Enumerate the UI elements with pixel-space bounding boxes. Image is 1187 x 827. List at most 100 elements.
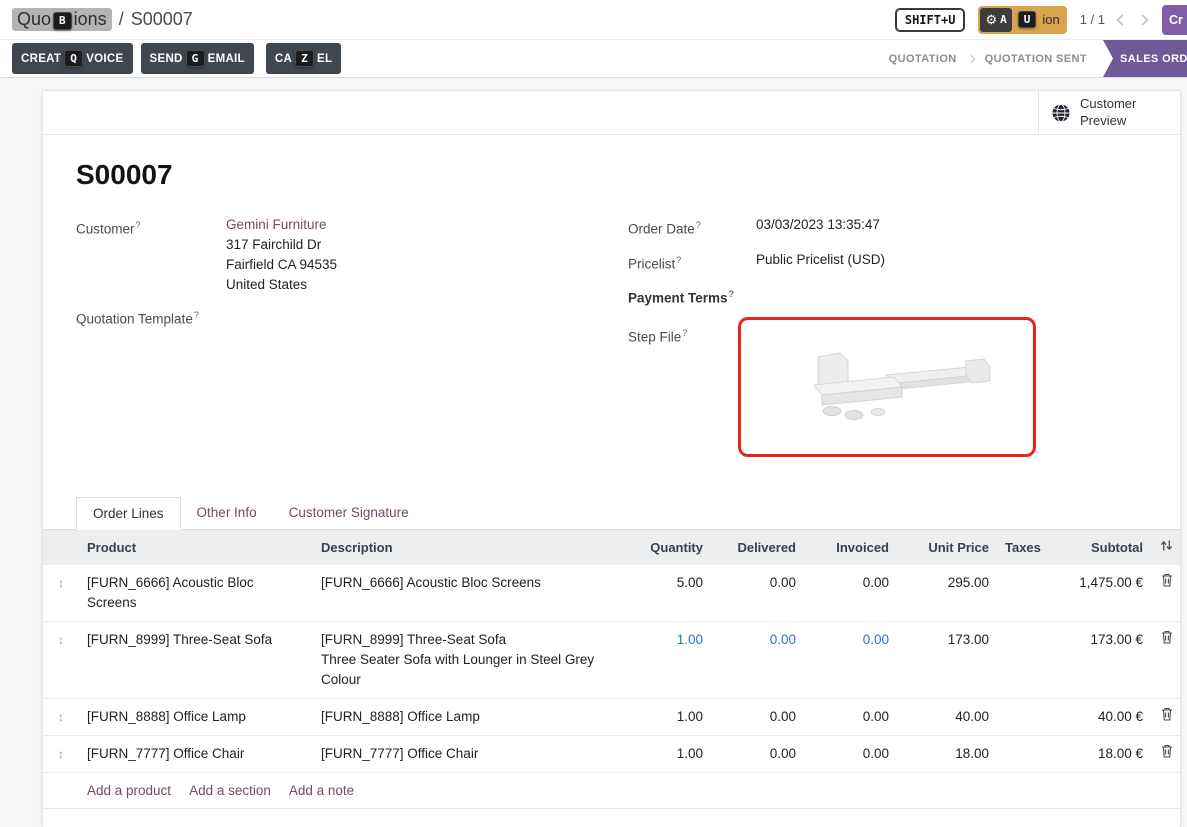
unit-price-cell[interactable]: 295.00 — [897, 573, 997, 593]
step-file-3d-preview — [774, 339, 1000, 435]
stage-sales-order-active[interactable]: SALES ORD — [1103, 40, 1187, 77]
delivered-cell[interactable]: 0.00 — [711, 630, 804, 650]
breadcrumb-separator: / — [119, 9, 124, 30]
adjust-columns-icon — [1160, 539, 1173, 552]
gear-icon: ⚙A — [980, 8, 1011, 32]
add-product-link[interactable]: Add a product — [87, 783, 171, 798]
tab-other-info[interactable]: Other Info — [181, 497, 273, 529]
create-invoice-button[interactable]: CREATQVOICE — [12, 43, 133, 75]
invoiced-cell[interactable]: 0.00 — [804, 573, 897, 593]
delete-row-button[interactable] — [1151, 630, 1182, 650]
pager-value: 1 / 1 — [1080, 12, 1105, 27]
field-customer: Customer? Gemini Furniture 317 Fairchild… — [76, 215, 628, 295]
unit-price-cell[interactable]: 40.00 — [897, 707, 997, 727]
optional-columns-toggle[interactable] — [1151, 539, 1182, 555]
pricelist-value[interactable]: Public Pricelist (USD) — [756, 250, 885, 275]
delete-row-button[interactable] — [1151, 573, 1182, 593]
field-payment-terms: Payment Terms? — [628, 284, 1147, 309]
customer-link[interactable]: Gemini Furniture — [226, 217, 327, 232]
customer-label: Customer? — [76, 215, 226, 295]
product-cell[interactable]: [FURN_8888] Office Lamp — [79, 707, 313, 727]
col-subtotal[interactable]: Subtotal — [1043, 540, 1151, 555]
trash-icon — [1161, 573, 1173, 587]
description-cell[interactable]: [FURN_6666] Acoustic Bloc Screens — [313, 573, 617, 593]
drag-handle-icon[interactable]: ↕ — [43, 573, 79, 593]
quantity-cell[interactable]: 5.00 — [617, 573, 711, 593]
product-cell[interactable]: [FURN_8999] Three-Seat Sofa — [79, 630, 313, 650]
drag-handle-icon[interactable]: ↕ — [43, 630, 79, 650]
quantity-cell[interactable]: 1.00 — [617, 630, 711, 650]
col-unit-price[interactable]: Unit Price — [897, 540, 997, 555]
quotation-template-label: Quotation Template? — [76, 305, 226, 330]
order-line-row[interactable]: ↕ [FURN_8999] Three-Seat Sofa [FURN_8999… — [43, 622, 1180, 699]
stage-quotation[interactable]: QUOTATION — [879, 53, 967, 65]
help-icon: ? — [729, 289, 735, 299]
customer-address-line: United States — [226, 275, 337, 295]
create-button-clipped[interactable]: Cr — [1162, 5, 1187, 35]
col-delivered[interactable]: Delivered — [711, 540, 804, 555]
unit-price-cell[interactable]: 18.00 — [897, 744, 997, 764]
tab-order-lines[interactable]: Order Lines — [76, 497, 181, 530]
step-file-image-highlighted[interactable] — [738, 317, 1036, 457]
help-icon: ? — [682, 328, 687, 338]
tab-customer-signature[interactable]: Customer Signature — [273, 497, 425, 529]
description-cell[interactable]: [FURN_8888] Office Lamp — [313, 707, 617, 727]
shortcut-badge-shift-u: SHIFT+U — [895, 8, 966, 32]
quantity-cell[interactable]: 1.00 — [617, 707, 711, 727]
hint-badge-b: B — [53, 12, 72, 30]
stage-separator-icon — [966, 54, 974, 62]
delivered-cell[interactable]: 0.00 — [711, 573, 804, 593]
order-lines-header: Product Description Quantity Delivered I… — [43, 530, 1180, 565]
col-taxes[interactable]: Taxes — [997, 540, 1043, 555]
pager-previous-icon[interactable] — [1116, 14, 1127, 25]
delivered-cell[interactable]: 0.00 — [711, 744, 804, 764]
col-description[interactable]: Description — [313, 540, 617, 555]
status-bar: QUOTATION QUOTATION SENT SALES ORD — [879, 40, 1187, 77]
invoiced-cell[interactable]: 0.00 — [804, 744, 897, 764]
page-title: S00007 — [76, 159, 1180, 191]
hint-badge-q: Q — [64, 50, 83, 68]
help-icon: ? — [194, 310, 199, 320]
action-menu-button[interactable]: ⚙A U ion — [978, 6, 1066, 34]
drag-handle-icon[interactable]: ↕ — [43, 707, 79, 727]
quantity-cell[interactable]: 1.00 — [617, 744, 711, 764]
add-note-link[interactable]: Add a note — [289, 783, 354, 798]
order-line-row[interactable]: ↕ [FURN_6666] Acoustic Bloc Screens [FUR… — [43, 565, 1180, 622]
col-quantity[interactable]: Quantity — [617, 540, 711, 555]
drag-handle-icon[interactable]: ↕ — [43, 744, 79, 764]
form-fields: Customer? Gemini Furniture 317 Fairchild… — [43, 191, 1180, 467]
cancel-button[interactable]: CAZEL — [266, 43, 341, 75]
unit-price-cell[interactable]: 173.00 — [897, 630, 997, 650]
breadcrumb-quotations-link[interactable]: QuoBions — [12, 8, 112, 31]
order-line-row[interactable]: ↕ [FURN_8888] Office Lamp [FURN_8888] Of… — [43, 699, 1180, 736]
order-line-row[interactable]: ↕ [FURN_7777] Office Chair [FURN_7777] O… — [43, 736, 1180, 773]
description-cell[interactable]: [FURN_7777] Office Chair — [313, 744, 617, 764]
subtotal-cell: 18.00 € — [1043, 744, 1151, 764]
col-invoiced[interactable]: Invoiced — [804, 540, 897, 555]
breadcrumb: QuoBions / S00007 — [12, 8, 193, 31]
help-icon: ? — [136, 220, 141, 230]
delivered-cell[interactable]: 0.00 — [711, 707, 804, 727]
description-cell[interactable]: [FURN_8999] Three-Seat Sofa Three Seater… — [313, 630, 617, 690]
subtotal-cell: 173.00 € — [1043, 630, 1151, 650]
control-panel-breadcrumb-bar: QuoBions / S00007 SHIFT+U ⚙A U ion 1 / 1… — [0, 0, 1187, 40]
add-section-link[interactable]: Add a section — [189, 783, 271, 798]
invoiced-cell[interactable]: 0.00 — [804, 630, 897, 650]
notebook-tabs: Order Lines Other Info Customer Signatur… — [43, 497, 1180, 530]
order-date-label: Order Date? — [628, 215, 756, 240]
customer-preview-button[interactable]: Customer Preview — [1038, 91, 1180, 134]
trash-icon — [1161, 744, 1173, 758]
subtotal-cell: 40.00 € — [1043, 707, 1151, 727]
customer-address-line: Fairfield CA 94535 — [226, 255, 337, 275]
product-cell[interactable]: [FURN_6666] Acoustic Bloc Screens — [79, 573, 313, 613]
order-date-value[interactable]: 03/03/2023 13:35:47 — [756, 215, 880, 240]
pager-next-icon[interactable] — [1137, 14, 1148, 25]
product-cell[interactable]: [FURN_7777] Office Chair — [79, 744, 313, 764]
col-product[interactable]: Product — [79, 540, 313, 555]
stage-quotation-sent[interactable]: QUOTATION SENT — [975, 53, 1097, 65]
delete-row-button[interactable] — [1151, 707, 1182, 727]
order-lines-footer: Add a product Add a section Add a note — [43, 773, 1180, 809]
delete-row-button[interactable] — [1151, 744, 1182, 764]
send-email-button[interactable]: SENDGEMAIL — [141, 43, 254, 75]
invoiced-cell[interactable]: 0.00 — [804, 707, 897, 727]
